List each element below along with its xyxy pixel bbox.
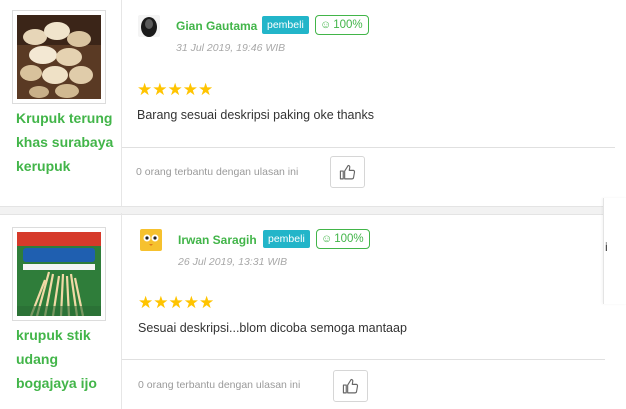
user-name-link[interactable]: Gian Gautama — [176, 19, 257, 33]
product-column: Krupuk terung khas surabaya kerupuk — [0, 0, 122, 210]
buyer-badge: pembeli — [262, 16, 309, 34]
product-column: krupuk stik udang bogajaya ijo — [0, 213, 122, 409]
review-date: 31 Jul 2019, 19:46 WIB — [176, 42, 286, 54]
smiley-icon: ☺ — [320, 19, 332, 31]
product-thumbnail[interactable] — [12, 10, 106, 104]
user-avatar[interactable] — [138, 15, 160, 37]
product-name-link[interactable]: Krupuk terung khas surabaya kerupuk — [16, 106, 116, 178]
review-text: Sesuai deskripsi...blom dicoba semoga ma… — [138, 321, 407, 335]
helpful-count-text: 0 orang terbantu dengan ulasan ini — [138, 379, 301, 391]
review-item: Krupuk terung khas surabaya kerupuk Gian… — [0, 0, 626, 210]
thumbs-up-icon — [342, 378, 359, 393]
reputation-score-value: 100% — [334, 233, 364, 245]
like-button[interactable] — [330, 156, 365, 188]
divider — [122, 147, 615, 148]
reputation-score-value: 100% — [333, 19, 363, 31]
review-text: Barang sesuai deskripsi paking oke thank… — [137, 108, 374, 122]
reputation-score-badge[interactable]: ☺ 100% — [315, 15, 369, 35]
review-date: 26 Jul 2019, 13:31 WIB — [178, 256, 288, 268]
helpful-count-text: 0 orang terbantu dengan ulasan ini — [136, 166, 299, 178]
reputation-score-badge[interactable]: ☺ 100% — [316, 229, 370, 249]
buyer-badge: pembeli — [263, 230, 310, 248]
smiley-icon: ☺ — [321, 233, 333, 245]
divider — [122, 359, 605, 360]
thumbs-up-icon — [339, 164, 356, 179]
product-name-link[interactable]: krupuk stik udang bogajaya ijo — [16, 323, 116, 395]
product-image — [17, 232, 101, 316]
product-thumbnail[interactable] — [12, 227, 106, 321]
user-name-link[interactable]: Irwan Saragih — [178, 233, 257, 247]
rating-stars: ★★★★★ — [137, 80, 214, 99]
user-avatar[interactable] — [140, 229, 162, 251]
rating-stars: ★★★★★ — [138, 293, 215, 312]
like-button[interactable] — [333, 370, 368, 402]
product-image — [17, 15, 101, 99]
review-item: krupuk stik udang bogajaya ijo Irwan Sar… — [0, 213, 626, 409]
